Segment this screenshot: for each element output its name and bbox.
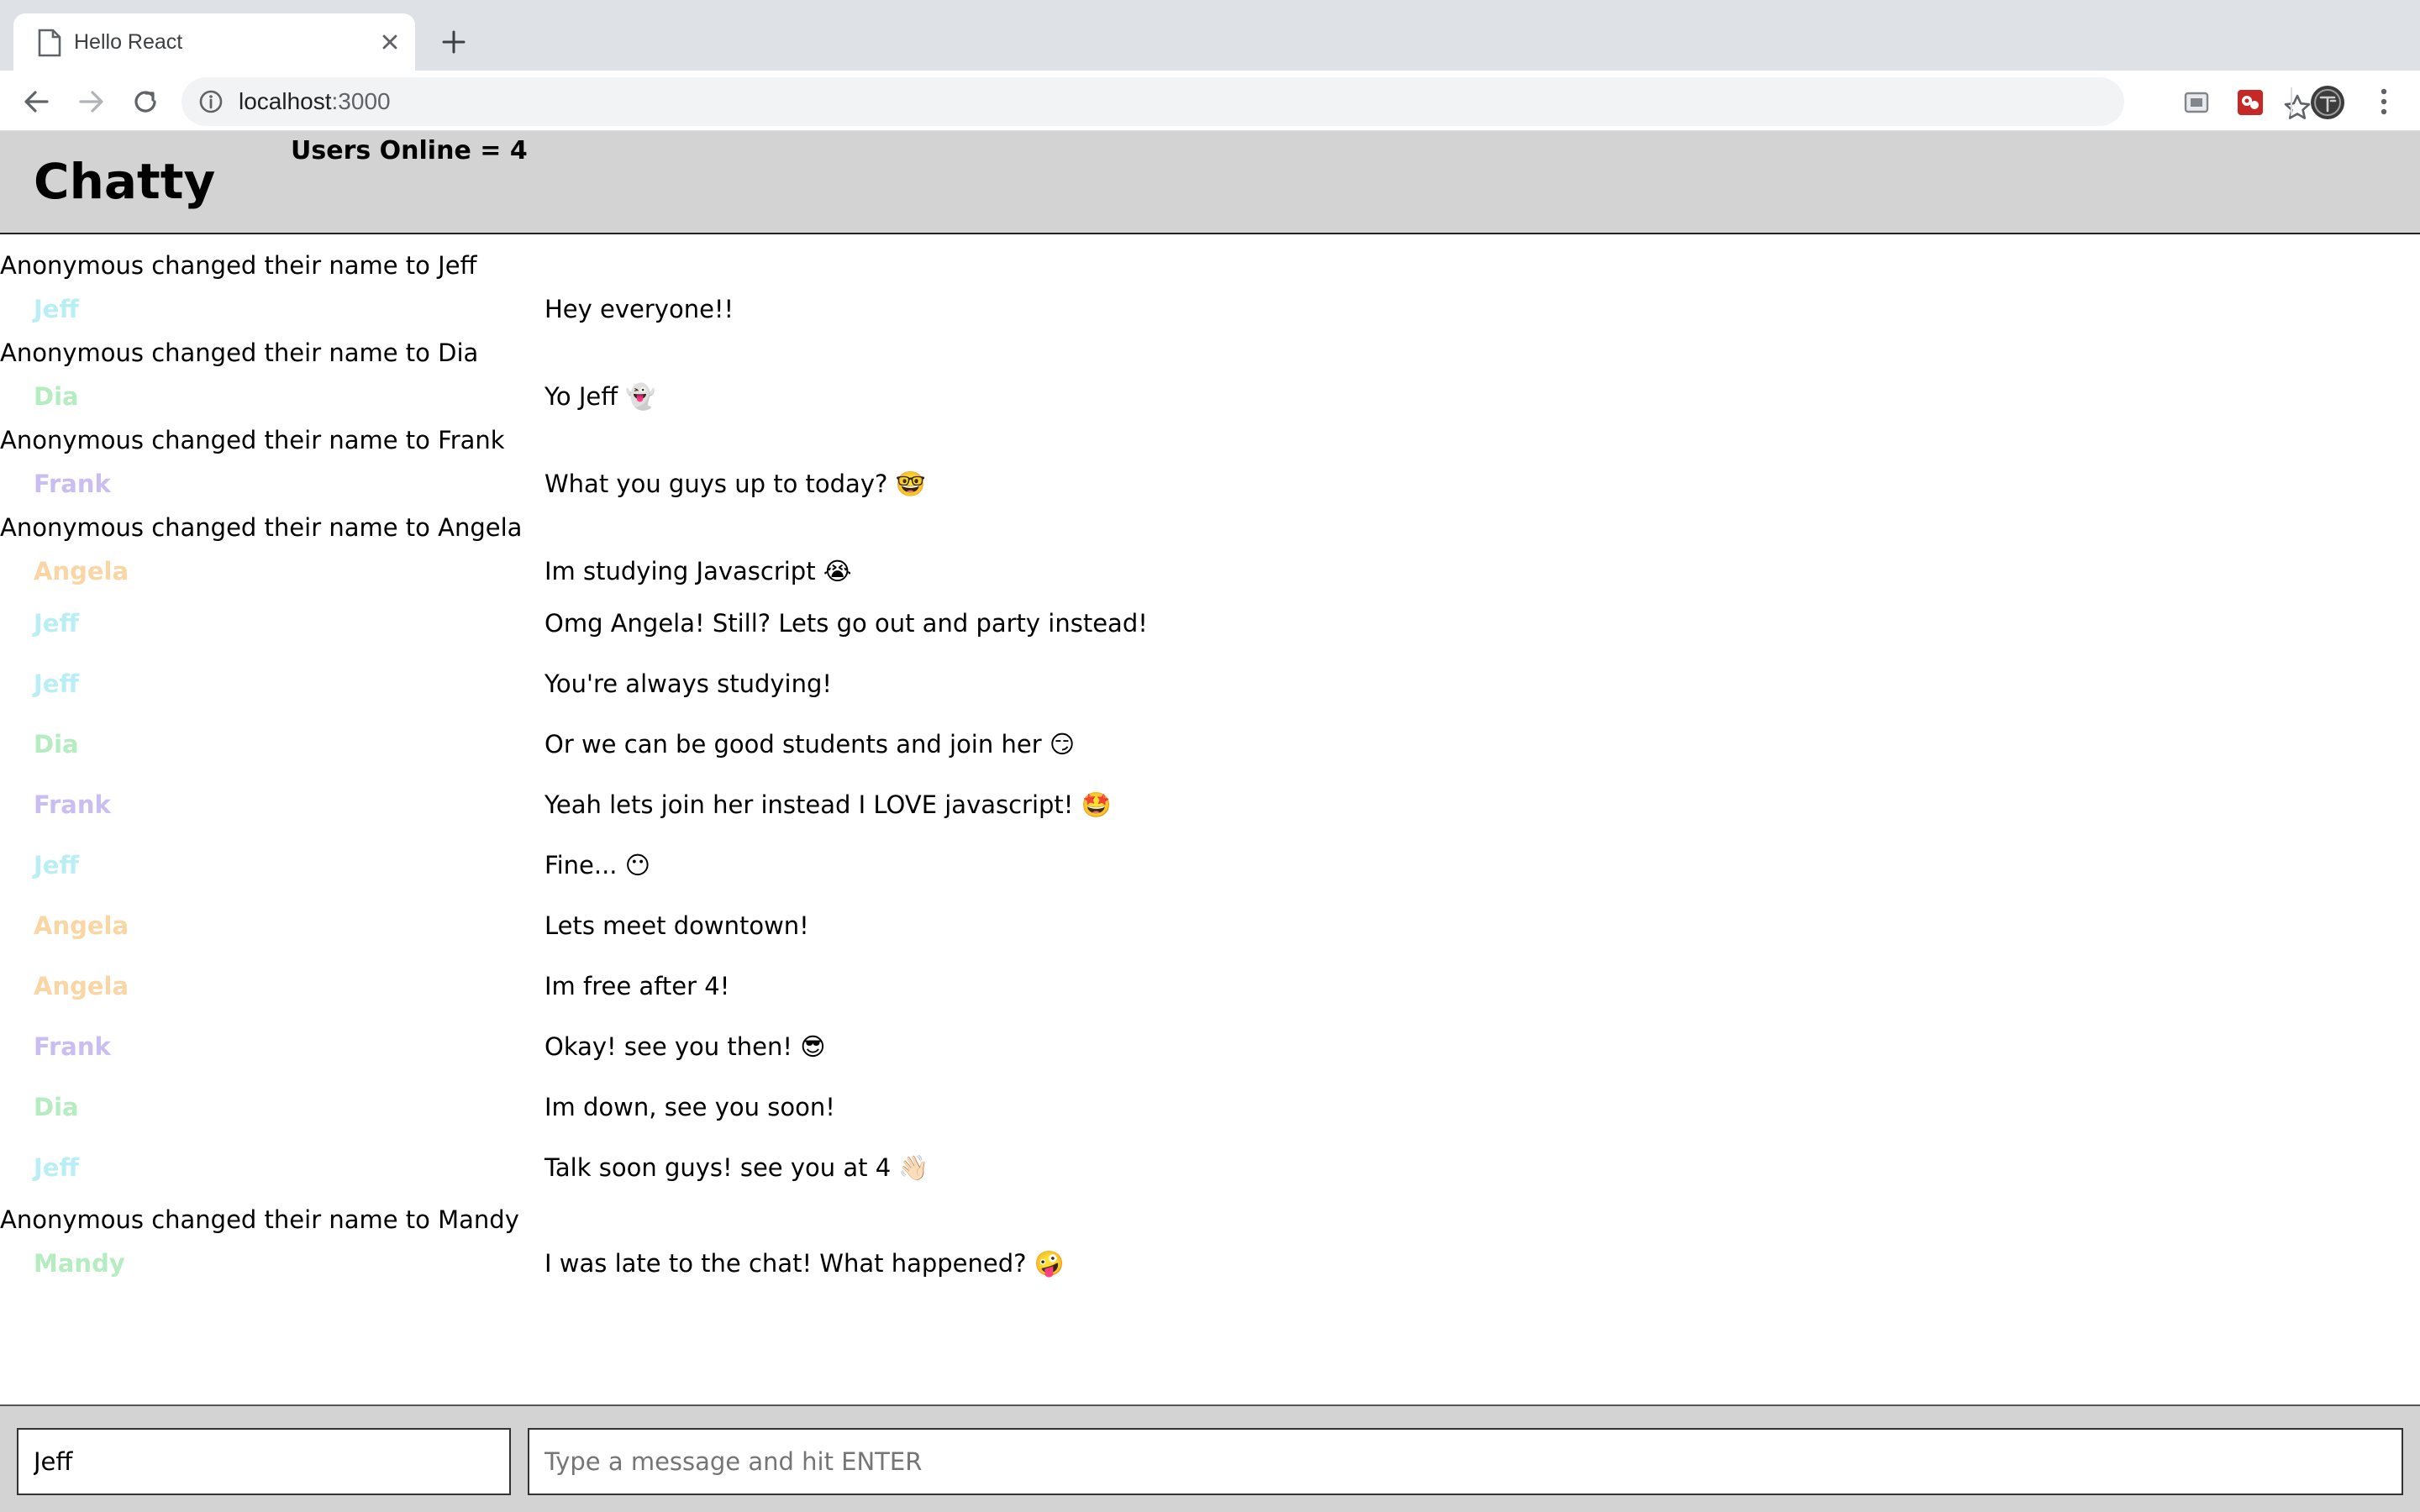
toolbar-separator [2291,87,2292,116]
profile-avatar-icon[interactable] [2309,84,2346,121]
app-navbar: Chatty Users Online = 4 [0,131,2420,234]
chat-message: Dia Im down, see you soon! [0,1077,2420,1137]
message-content: Im down, see you soon! [544,1093,835,1121]
chat-message: Frank Okay! see you then! 😎 [0,1016,2420,1077]
message-username: Frank [34,790,111,819]
message-content: Yeah lets join her instead I LOVE javasc… [544,790,1112,819]
message-list: Anonymous changed their name to Jeff Jeff… [0,244,2420,1403]
message-username: Jeff [34,609,79,638]
message-username: Dia [34,1093,79,1121]
message-content: Im free after 4! [544,972,730,1000]
chat-bar [0,1404,2420,1512]
chat-message: Jeff Hey everyone!! [0,287,2420,331]
chat-message: Jeff Fine... 😶 [0,835,2420,895]
message-username: Dia [34,382,79,411]
message-content: You're always studying! [544,669,833,698]
tab-title: Hello React [74,30,183,54]
reload-icon[interactable] [129,86,161,118]
system-notification: Anonymous changed their name to Frank [0,426,505,454]
message-username: Jeff [34,295,79,323]
browser-tabstrip: Hello React [0,0,2420,71]
url-port: :3000 [331,88,391,114]
message-content: Hey everyone!! [544,295,734,323]
message-content: Im studying Javascript 😭 [544,557,852,585]
message-username: Jeff [34,851,79,879]
message-username: Jeff [34,669,79,698]
chat-message: Frank What you guys up to today? 🤓 [0,462,2420,506]
url-text[interactable]: localhost:3000 [239,87,391,116]
message-content: Lets meet downtown! [544,911,809,940]
chat-message: Angela Lets meet downtown! [0,895,2420,956]
message-username: Dia [34,730,79,759]
system-notification: Anonymous changed their name to Dia [0,339,479,367]
url-host: localhost [239,88,332,114]
message-username: Frank [34,1032,111,1061]
system-notification: Anonymous changed their name to Angela [0,513,523,542]
message-content: Or we can be good students and join her … [544,730,1076,759]
star-icon[interactable] [2282,92,2312,123]
message-content: Yo Jeff 👻 [544,382,656,411]
kebab-menu-icon[interactable] [2371,86,2396,118]
brand-title[interactable]: Chatty [34,151,215,212]
username-input[interactable] [17,1428,511,1495]
message-username: Frank [34,470,111,498]
close-icon[interactable] [376,29,403,55]
message-content: I was late to the chat! What happened? 🤪 [544,1249,1065,1278]
chat-message: Jeff Omg Angela! Still? Lets go out and p… [0,593,2420,654]
system-notification: Anonymous changed their name to Jeff [0,251,477,280]
info-icon[interactable] [198,89,224,114]
message-content: What you guys up to today? 🤓 [544,470,926,498]
forward-arrow-icon[interactable] [76,86,108,118]
chat-message: Dia Or we can be good students and join h… [0,714,2420,774]
message-username: Jeff [34,1153,79,1182]
browser-toolbar: localhost:3000 [0,71,2420,131]
system-notification: Anonymous changed their name to Mandy [0,1205,519,1234]
users-online-text: Users Online = 4 [291,136,528,165]
back-arrow-icon[interactable] [20,86,52,118]
chat-message: Angela Im free after 4! [0,956,2420,1016]
chat-message: Mandy I was late to the chat! What happen… [0,1242,2420,1285]
browser-tab[interactable]: Hello React [13,13,415,71]
chat-message: Jeff You're always studying! [0,654,2420,714]
chat-message: Angela Im studying Javascript 😭 [0,549,2420,593]
message-username: Angela [34,911,129,940]
message-username: Angela [34,557,129,585]
message-username: Mandy [34,1249,125,1278]
message-username: Angela [34,972,129,1000]
chat-message: Dia Yo Jeff 👻 [0,375,2420,418]
message-input[interactable] [528,1428,2403,1495]
message-content: Omg Angela! Still? Lets go out and party… [544,609,1148,638]
chat-message: Jeff Talk soon guys! see you at 4 👋🏻 [0,1137,2420,1198]
address-bar[interactable]: localhost:3000 [182,77,2311,126]
plus-icon[interactable] [439,27,469,57]
red-extension-icon[interactable] [2235,87,2265,118]
message-content: Okay! see you then! 😎 [544,1032,826,1061]
message-content: Talk soon guys! see you at 4 👋🏻 [544,1153,929,1182]
users-online-count: Users Online = 4 [291,133,528,170]
chat-message: Frank Yeah lets join her instead I LOVE j… [0,774,2420,835]
page-icon [38,29,61,57]
screen-extension-icon[interactable] [2181,87,2212,118]
message-content: Fine... 😶 [544,851,650,879]
